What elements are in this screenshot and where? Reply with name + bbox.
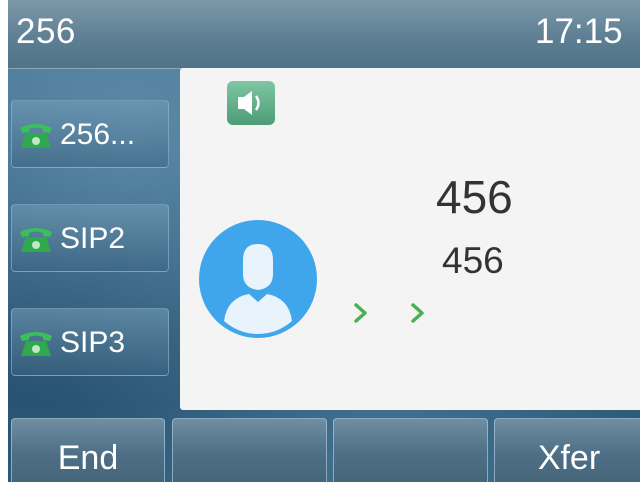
line-key-label: 256... bbox=[60, 118, 136, 151]
phone-screen: 256 17:15 256... SIP2 SIP3 456 456 End X… bbox=[8, 0, 640, 482]
softkey-2[interactable] bbox=[172, 418, 327, 482]
transfer-button[interactable]: Xfer bbox=[494, 418, 640, 482]
speaker-mode-button[interactable] bbox=[227, 81, 275, 125]
call-panel: 456 456 bbox=[180, 68, 640, 410]
line-key-label: SIP2 bbox=[60, 222, 126, 255]
phone-icon bbox=[20, 332, 52, 356]
line-key-1[interactable]: 256... bbox=[11, 100, 169, 168]
end-call-button[interactable]: End bbox=[11, 418, 165, 482]
speaker-icon bbox=[238, 91, 260, 115]
avatar bbox=[199, 220, 317, 338]
line-key-2[interactable]: SIP2 bbox=[11, 204, 169, 272]
caller-number: 456 bbox=[442, 240, 504, 281]
softkey-bar: End Xfer bbox=[8, 418, 640, 482]
phone-icon bbox=[20, 228, 52, 252]
clock: 17:15 bbox=[535, 12, 623, 51]
chevron-right-icon bbox=[411, 303, 424, 323]
softkey-3[interactable] bbox=[333, 418, 488, 482]
chevron-right-icon bbox=[354, 303, 367, 323]
account-label: 256 bbox=[16, 12, 76, 51]
line-key-label: SIP3 bbox=[60, 326, 126, 359]
caller-name: 456 bbox=[436, 171, 513, 223]
line-key-3[interactable]: SIP3 bbox=[11, 308, 169, 376]
phone-icon bbox=[20, 124, 52, 148]
status-bar: 256 17:15 bbox=[8, 0, 640, 69]
